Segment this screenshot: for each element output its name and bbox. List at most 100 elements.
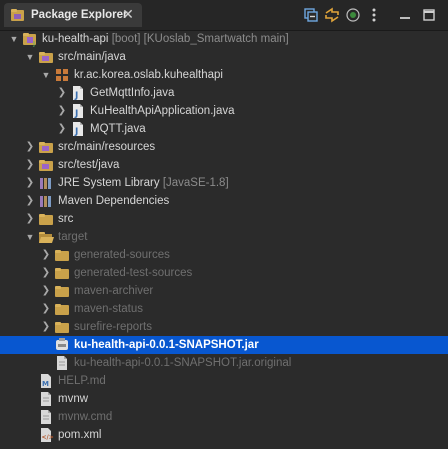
tree-item[interactable]: ❯ J MQTT.java [0, 120, 448, 138]
tree-item[interactable]: ku-health-api-0.0.1-SNAPSHOT.jar [0, 336, 448, 354]
tree-item-name: HELP.md [58, 375, 106, 387]
open-folder-icon [38, 229, 54, 245]
tree-item[interactable]: ku-health-api-0.0.1-SNAPSHOT.jar.origina… [0, 354, 448, 372]
tree-item-label: ku-health-api-0.0.1-SNAPSHOT.jar.origina… [74, 354, 291, 372]
chevron-right-icon[interactable]: ❯ [40, 282, 52, 300]
chevron-right-icon[interactable]: ❯ [40, 264, 52, 282]
collapse-all-icon[interactable] [302, 6, 320, 24]
tree-item[interactable]: mvnw [0, 390, 448, 408]
tree-item[interactable]: M HELP.md [0, 372, 448, 390]
tree-item-label: mvnw [58, 390, 88, 408]
tree-item-name: target [58, 231, 88, 243]
tree-item-decoration: [JavaSE-1.8] [162, 177, 229, 189]
folder-icon [54, 265, 70, 281]
close-icon[interactable]: ✕ [120, 6, 136, 22]
focus-icon[interactable] [344, 6, 362, 24]
tree-item-name: ku-health-api-0.0.1-SNAPSHOT.jar.origina… [74, 357, 292, 369]
tree-item[interactable]: ▼ src/main/java [0, 48, 448, 66]
tree-item[interactable]: mvnw.cmd [0, 408, 448, 426]
tree-item[interactable]: ❯ Maven Dependencies [0, 192, 448, 210]
tree-item-name: maven-status [74, 303, 144, 315]
tree-item[interactable]: ❯ src [0, 210, 448, 228]
tree-item[interactable]: ❯ src/test/java [0, 156, 448, 174]
chevron-down-icon[interactable]: ▼ [24, 48, 36, 66]
link-with-editor-icon[interactable] [323, 6, 341, 24]
tree-item-label: generated-test-sources [74, 264, 192, 282]
minimize-icon[interactable] [396, 6, 414, 24]
tree-item-name: src/test/java [58, 159, 120, 171]
java-file-icon: J [70, 85, 86, 101]
tree-item[interactable]: </> pom.xml [0, 426, 448, 444]
package-tree: ▼ Jku-health-api [boot] [KUoslab_Smartwat… [0, 30, 448, 444]
tree-item[interactable]: ❯ maven-archiver [0, 282, 448, 300]
tree-item[interactable]: ❯ JRE System Library [JavaSE-1.8] [0, 174, 448, 192]
tree-item[interactable]: ❯ J GetMqttInfo.java [0, 84, 448, 102]
view-menu-icon[interactable] [365, 6, 383, 24]
tab-package-explorer[interactable]: Package Explorer ✕ [4, 3, 142, 27]
project-icon: J [22, 31, 38, 48]
tree-item-name: src/main/java [58, 51, 126, 63]
chevron-right-icon[interactable]: ❯ [40, 246, 52, 264]
tree-item-name: generated-test-sources [74, 267, 193, 279]
tree-item[interactable]: ❯ J KuHealthApiApplication.java [0, 102, 448, 120]
tree-item-label: target [58, 228, 87, 246]
chevron-right-icon[interactable]: ❯ [24, 156, 36, 174]
tree-item-label: maven-status [74, 300, 143, 318]
tree-item-label: src [58, 210, 73, 228]
chevron-right-icon[interactable]: ❯ [40, 300, 52, 318]
tree-item-label: src/main/java [58, 48, 126, 66]
folder-icon [38, 211, 54, 227]
tree-item[interactable]: ❯ generated-test-sources [0, 264, 448, 282]
tree-item[interactable]: ▼ Jku-health-api [boot] [KUoslab_Smartwat… [0, 30, 448, 48]
tree-item-name: GetMqttInfo.java [90, 87, 175, 99]
chevron-right-icon[interactable]: ❯ [40, 318, 52, 336]
svg-text:J: J [74, 127, 78, 137]
tree-item-decoration: [boot] [KUoslab_Smartwatch main] [111, 33, 289, 45]
tree-item-label: mvnw.cmd [58, 408, 112, 426]
tree-item-label: maven-archiver [74, 282, 153, 300]
tree-item-label: ku-health-api-0.0.1-SNAPSHOT.jar [74, 336, 259, 354]
tree-item-name: mvnw.cmd [58, 411, 113, 423]
tree-item[interactable]: ❯ surefire-reports [0, 318, 448, 336]
chevron-right-icon[interactable]: ❯ [24, 192, 36, 210]
chevron-down-icon[interactable]: ▼ [24, 228, 36, 246]
tree-item-name: src/main/resources [58, 141, 156, 153]
folder-icon [54, 319, 70, 335]
library-icon [38, 193, 54, 209]
tree-item-name: ku-health-api-0.0.1-SNAPSHOT.jar [74, 339, 259, 351]
tree-item[interactable]: ▼ kr.ac.korea.oslab.kuhealthapi [0, 66, 448, 84]
chevron-right-icon[interactable]: ❯ [24, 174, 36, 192]
svg-text:M: M [42, 380, 49, 388]
tree-item-label: pom.xml [58, 426, 101, 444]
java-file-icon: J [70, 103, 86, 119]
jar-file-icon [54, 337, 70, 353]
tree-item[interactable]: ❯ maven-status [0, 300, 448, 318]
chevron-down-icon[interactable]: ▼ [8, 30, 20, 48]
tree-item-label: surefire-reports [74, 318, 152, 336]
chevron-down-icon[interactable]: ▼ [40, 66, 52, 84]
java-file-icon: J [70, 121, 86, 137]
svg-text:J: J [74, 91, 78, 101]
tree-item-name: KuHealthApiApplication.java [90, 105, 235, 117]
package-icon [54, 67, 70, 83]
source-folder-icon [38, 49, 54, 65]
chevron-right-icon[interactable]: ❯ [56, 120, 68, 138]
chevron-right-icon[interactable]: ❯ [56, 84, 68, 102]
tree-item-name: kr.ac.korea.oslab.kuhealthapi [74, 69, 223, 81]
tree-item-name: Maven Dependencies [58, 195, 170, 207]
file-icon [38, 409, 54, 425]
package-explorer-icon [10, 7, 26, 23]
tree-item-name: generated-sources [74, 249, 170, 261]
tree-item[interactable]: ▼ target [0, 228, 448, 246]
tree-item[interactable]: ❯ src/main/resources [0, 138, 448, 156]
tree-item-label: kr.ac.korea.oslab.kuhealthapi [74, 66, 223, 84]
chevron-right-icon[interactable]: ❯ [24, 138, 36, 156]
tree-item[interactable]: ❯ generated-sources [0, 246, 448, 264]
svg-text:J: J [32, 40, 35, 47]
maximize-icon[interactable] [420, 6, 438, 24]
library-icon [38, 175, 54, 191]
tree-item-label: src/test/java [58, 156, 119, 174]
chevron-right-icon[interactable]: ❯ [24, 210, 36, 228]
markdown-file-icon: M [38, 373, 54, 389]
chevron-right-icon[interactable]: ❯ [56, 102, 68, 120]
